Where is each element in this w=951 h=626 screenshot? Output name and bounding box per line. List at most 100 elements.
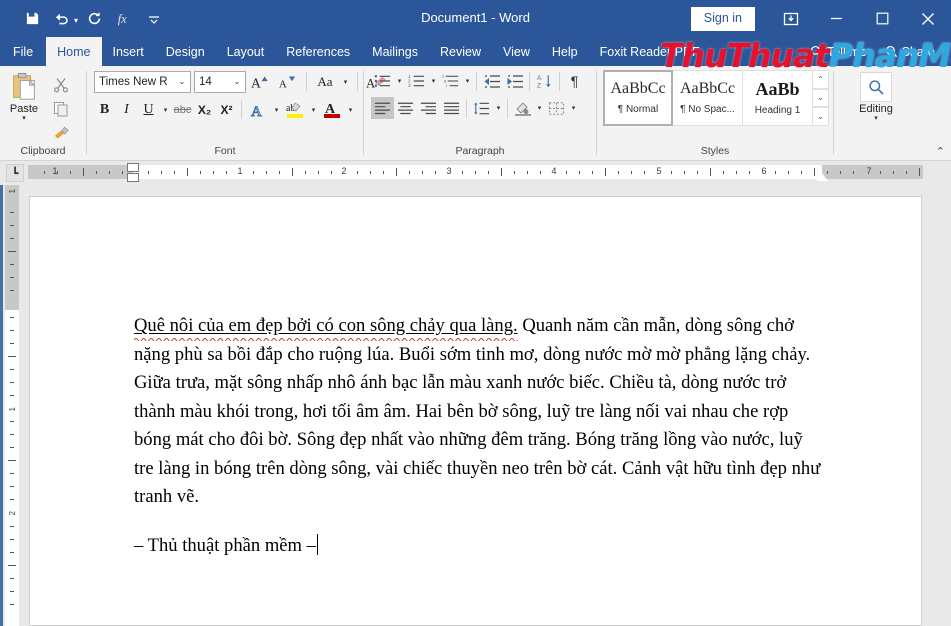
tab-foxit-reader-pdf[interactable]: Foxit Reader PDF — [589, 37, 711, 66]
ribbon-display-options-icon[interactable] — [769, 4, 813, 34]
tab-references[interactable]: References — [275, 37, 361, 66]
ruler-tick — [10, 330, 14, 331]
superscript-button[interactable]: X² — [216, 98, 237, 121]
align-center-button[interactable] — [394, 97, 417, 119]
undo-icon[interactable] — [48, 6, 76, 32]
styles-more-icon[interactable]: ⌄ — [813, 107, 829, 126]
sign-in-button[interactable]: Sign in — [691, 7, 755, 31]
line-spacing-caret-icon[interactable]: ▾ — [493, 97, 504, 119]
close-button[interactable] — [905, 0, 951, 37]
tab-layout[interactable]: Layout — [216, 37, 276, 66]
text-effects-button[interactable]: A — [246, 98, 270, 121]
ruler-number: 3 — [446, 166, 451, 176]
align-right-button[interactable] — [417, 97, 440, 119]
styles-scroll-up-icon[interactable]: ⌃ — [813, 70, 829, 89]
ruler-tick — [10, 277, 14, 278]
paste-button[interactable]: Paste ▾ — [0, 70, 48, 122]
underline-button[interactable]: U — [138, 98, 159, 121]
ruler-tick — [10, 238, 14, 239]
tab-design[interactable]: Design — [155, 37, 216, 66]
text-highlight-color-button[interactable]: ab — [283, 98, 307, 121]
tab-review[interactable]: Review — [429, 37, 492, 66]
ruler-tick — [161, 171, 162, 174]
hanging-indent-marker[interactable] — [127, 173, 139, 182]
share-button[interactable]: Share — [877, 37, 943, 66]
align-left-button[interactable] — [371, 97, 394, 119]
numbering-caret-icon[interactable]: ▾ — [428, 70, 439, 92]
tab-help[interactable]: Help — [541, 37, 589, 66]
paragraph-2[interactable]: – Thủ thuật phần mềm – — [134, 532, 824, 561]
justify-button[interactable] — [440, 97, 463, 119]
save-icon[interactable] — [18, 6, 46, 32]
shading-caret-icon[interactable]: ▾ — [534, 97, 545, 119]
paragraph-1[interactable]: Quê nôi của em đẹp bởi có con sông chảy … — [134, 312, 824, 512]
sort-button[interactable]: AZ — [533, 70, 556, 92]
styles-scroll-down-icon[interactable]: ⌄ — [813, 89, 829, 108]
right-indent-marker[interactable] — [816, 173, 828, 181]
editing-dropdown-caret-icon[interactable]: ▾ — [874, 116, 878, 122]
chevron-down-icon[interactable]: ⌄ — [174, 77, 190, 86]
bullets-button[interactable] — [371, 70, 394, 92]
shading-icon — [514, 100, 532, 116]
style-heading-1[interactable]: AaBb Heading 1 — [743, 70, 813, 126]
tell-me-box[interactable]: Tell me — [802, 37, 875, 66]
maximize-button[interactable] — [859, 0, 905, 37]
collapse-ribbon-icon[interactable]: ⌃ — [936, 145, 945, 158]
paste-dropdown-caret-icon[interactable]: ▾ — [22, 116, 26, 122]
font-color-button[interactable]: A — [320, 98, 344, 121]
highlight-caret-icon[interactable]: ▾ — [308, 98, 319, 121]
strikethrough-button[interactable]: abc — [172, 98, 193, 121]
borders-caret-icon[interactable]: ▾ — [568, 97, 579, 119]
shading-button[interactable] — [511, 97, 534, 119]
tab-file[interactable]: File — [0, 37, 46, 66]
line-spacing-button[interactable] — [470, 97, 493, 119]
minimize-button[interactable] — [813, 0, 859, 37]
style-no-spacing[interactable]: AaBbCc ¶ No Spac... — [673, 70, 743, 126]
copy-button[interactable] — [48, 98, 74, 120]
format-painter-button[interactable] — [48, 122, 74, 144]
font-size-combobox[interactable]: 14 ⌄ — [194, 71, 246, 93]
touch-mouse-mode-icon[interactable]: fx — [110, 6, 138, 32]
first-line-indent-marker[interactable] — [127, 163, 139, 172]
shrink-font-button[interactable]: A — [276, 70, 300, 93]
horizontal-ruler[interactable]: ┗ 1 1 2 3 4 5 6 7 — [0, 161, 951, 185]
text-effects-caret-icon[interactable]: ▾ — [271, 98, 282, 121]
document-page[interactable]: Quê nôi của em đẹp bởi có con sông chảy … — [29, 196, 922, 626]
cut-button[interactable] — [48, 74, 74, 96]
ruler-tick — [213, 171, 214, 174]
ribbon-tab-strip: File Home Insert Design Layout Reference… — [0, 37, 951, 66]
increase-indent-button[interactable] — [503, 70, 526, 92]
multilevel-caret-icon[interactable]: ▾ — [462, 70, 473, 92]
vertical-ruler[interactable]: 1 1 2 — [5, 185, 19, 626]
customize-quick-access-toolbar-icon[interactable] — [140, 6, 168, 32]
borders-button[interactable] — [545, 97, 568, 119]
numbering-button[interactable]: 123 — [405, 70, 428, 92]
font-color-caret-icon[interactable]: ▾ — [345, 98, 356, 121]
italic-button[interactable]: I — [116, 98, 137, 121]
document-body[interactable]: Quê nôi của em đẹp bởi có con sông chảy … — [134, 312, 824, 560]
redo-icon[interactable] — [80, 6, 108, 32]
subscript-button[interactable]: X₂ — [194, 98, 215, 121]
tab-home[interactable]: Home — [46, 37, 101, 66]
ruler-tick — [618, 171, 619, 174]
tab-view[interactable]: View — [492, 37, 541, 66]
font-name-combobox[interactable]: Times New R ⌄ — [94, 71, 191, 93]
multilevel-list-button[interactable]: 1ai — [439, 70, 462, 92]
bullets-caret-icon[interactable]: ▾ — [394, 70, 405, 92]
tab-mailings[interactable]: Mailings — [361, 37, 429, 66]
decrease-indent-button[interactable] — [480, 70, 503, 92]
editing-button[interactable]: Editing ▾ — [842, 70, 910, 122]
undo-dropdown-caret-icon[interactable]: ▾ — [74, 16, 78, 25]
grow-font-button[interactable]: A — [249, 70, 273, 93]
show-formatting-marks-button[interactable]: ¶ — [563, 70, 586, 92]
underline-caret-icon[interactable]: ▾ — [160, 98, 171, 121]
ruler-tick — [57, 171, 58, 174]
chevron-down-icon[interactable]: ⌄ — [229, 77, 245, 86]
style-normal[interactable]: AaBbCc ¶ Normal — [603, 70, 673, 126]
bold-button[interactable]: B — [94, 98, 115, 121]
ruler-tick — [8, 251, 16, 252]
change-case-caret-icon[interactable]: ▾ — [340, 70, 351, 93]
change-case-button[interactable]: Aa — [313, 70, 337, 93]
tab-insert[interactable]: Insert — [102, 37, 155, 66]
tab-stop-selector[interactable]: ┗ — [6, 164, 24, 182]
